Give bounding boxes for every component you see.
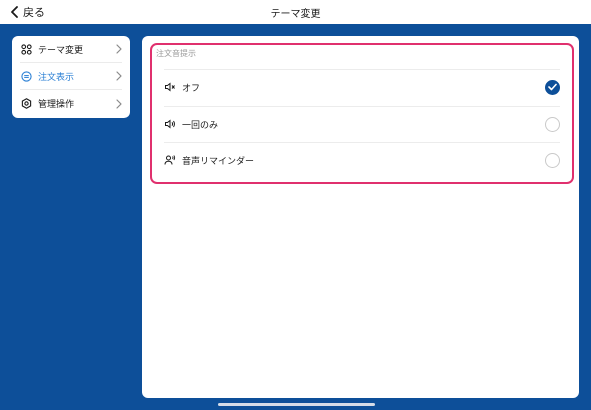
- sidebar-item-admin[interactable]: 管理操作: [20, 90, 122, 117]
- chevron-left-icon: [11, 6, 18, 18]
- radio-button[interactable]: [545, 152, 560, 168]
- person-voice-icon: [164, 154, 176, 166]
- grid-icon: [20, 43, 32, 55]
- home-indicator: [218, 403, 375, 406]
- option-label: 一回のみ: [182, 120, 219, 131]
- option-voice-reminder[interactable]: 音声リマインダー: [164, 142, 560, 178]
- sidebar-item-label: 管理操作: [38, 100, 75, 110]
- page-title: テーマ変更: [270, 8, 321, 20]
- option-label: 音声リマインダー: [182, 156, 255, 167]
- option-label: オフ: [182, 83, 201, 94]
- radio-button-checked[interactable]: [545, 79, 560, 95]
- back-button[interactable]: 戻る: [10, 0, 45, 24]
- list-circle-icon: [20, 70, 32, 82]
- option-once[interactable]: 一回のみ: [164, 106, 560, 142]
- chevron-right-icon: [116, 44, 122, 54]
- speaker-icon: [164, 118, 176, 130]
- settings-panel: 注文音提示 オフ 一回のみ 音声リマインダー: [142, 36, 579, 398]
- checkmark-icon: [548, 83, 557, 91]
- chevron-right-icon: [116, 71, 122, 81]
- sidebar-item-label: 注文表示: [38, 72, 75, 83]
- sound-settings-section: 注文音提示 オフ 一回のみ 音声リマインダー: [150, 43, 574, 184]
- sidebar-item-theme[interactable]: テーマ変更: [20, 36, 122, 63]
- sidebar-item-order-display[interactable]: 注文表示: [20, 63, 122, 90]
- gear-icon: [20, 98, 32, 110]
- top-bar: 戻る テーマ変更: [0, 0, 591, 24]
- speaker-mute-icon: [164, 81, 176, 93]
- back-label: 戻る: [23, 6, 45, 19]
- sidebar-item-label: テーマ変更: [38, 45, 84, 56]
- section-title: 注文音提示: [156, 49, 196, 58]
- radio-button[interactable]: [545, 116, 560, 132]
- option-off[interactable]: オフ: [164, 69, 560, 105]
- sidebar: テーマ変更 注文表示 管理操作: [12, 36, 130, 118]
- chevron-right-icon: [116, 98, 122, 109]
